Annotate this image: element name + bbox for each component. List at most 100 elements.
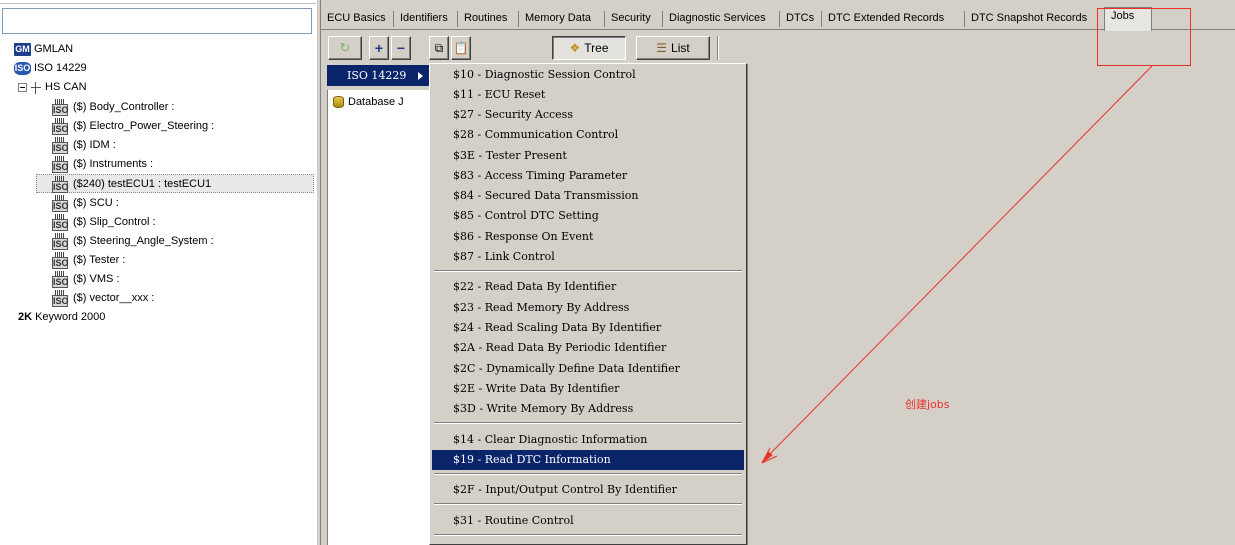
ecu-node[interactable]: ISO ($) Instruments : bbox=[52, 155, 153, 174]
tab-identifiers[interactable]: Identifiers bbox=[400, 10, 448, 29]
tab-security[interactable]: Security bbox=[611, 10, 651, 29]
kwp2000-logo-icon: 2K bbox=[18, 311, 33, 323]
ecu-node[interactable]: ISO ($) Slip_Control : bbox=[52, 213, 156, 232]
ecu-node[interactable]: ISO ($) Steering_Angle_System : bbox=[52, 232, 214, 251]
tree-view-button[interactable]: ❖ Tree bbox=[552, 36, 626, 60]
annotation-highlight-box bbox=[1097, 8, 1191, 66]
menu-separator bbox=[434, 270, 742, 272]
remove-button[interactable]: − bbox=[391, 36, 411, 60]
menu-item[interactable]: $24 - Read Scaling Data By Identifier bbox=[432, 318, 744, 338]
tree-node-label: HS CAN bbox=[45, 81, 87, 93]
tree-node-label: ($) Steering_Angle_System : bbox=[73, 235, 214, 247]
tree-node-label: ($) IDM : bbox=[73, 139, 116, 151]
ecu-chip-icon: ISO bbox=[52, 233, 69, 250]
left-tree-panel: GM GMLAN ISO ISO 14229 HS CAN ISO ($) Body_… bbox=[0, 0, 316, 545]
ecu-chip-icon: ISO bbox=[52, 252, 69, 269]
database-jobs-node[interactable]: Database J bbox=[333, 96, 404, 109]
iso-logo-icon: ISO bbox=[14, 62, 31, 75]
tab-dtcs[interactable]: DTCs bbox=[786, 10, 814, 29]
annotation-label: 创建jobs bbox=[905, 398, 950, 411]
database-jobs-label: Database J bbox=[348, 96, 404, 108]
tree-node-label: ($240) testECU1 : testECU1 bbox=[73, 178, 212, 190]
menu-item-selected[interactable]: $19 - Read DTC Information bbox=[432, 450, 744, 470]
refresh-icon: ↻ bbox=[339, 40, 351, 55]
left-panel-header bbox=[0, 0, 316, 4]
list-view-icon: ☰ bbox=[656, 41, 668, 55]
ecu-chip-icon: ISO bbox=[52, 156, 69, 173]
tree-node-iso14229[interactable]: ISO ISO 14229 bbox=[14, 59, 87, 78]
menu-separator bbox=[434, 503, 742, 505]
paste-icon: 📋 bbox=[453, 41, 469, 55]
gm-logo-icon: GM bbox=[14, 43, 31, 56]
tree-node-label: GMLAN bbox=[34, 43, 74, 55]
collapse-toggle-icon[interactable] bbox=[18, 83, 27, 92]
add-button[interactable]: + bbox=[369, 36, 389, 60]
tab-memory-data[interactable]: Memory Data bbox=[525, 10, 591, 29]
list-view-button[interactable]: ☰ List bbox=[636, 36, 710, 60]
menu-item[interactable]: $85 - Control DTC Setting bbox=[432, 206, 744, 226]
refresh-button[interactable]: ↻ bbox=[328, 36, 362, 60]
menu-item[interactable]: $2C - Dynamically Define Data Identifier bbox=[432, 359, 744, 379]
menu-item[interactable]: $28 - Communication Control bbox=[432, 125, 744, 145]
tree-node-label: ($) Instruments : bbox=[73, 158, 154, 170]
ecu-chip-icon: ISO bbox=[52, 214, 69, 231]
tree-node-label: ($) VMS : bbox=[73, 273, 120, 285]
tree-node-keyword2000[interactable]: 2K Keyword 2000 bbox=[18, 308, 105, 327]
ecu-node[interactable]: ISO ($) Body_Controller : bbox=[52, 98, 175, 117]
ecu-node[interactable]: ISO ($) Tester : bbox=[52, 251, 125, 270]
ecu-node[interactable]: ISO ($) VMS : bbox=[52, 270, 119, 289]
menu-item[interactable]: $22 - Read Data By Identifier bbox=[432, 277, 744, 297]
ecu-node[interactable]: ISO ($) vector__xxx : bbox=[52, 289, 154, 308]
menu-item[interactable]: $2F - Input/Output Control By Identifier bbox=[432, 480, 744, 500]
tree-node-gmlan[interactable]: GM GMLAN bbox=[14, 40, 73, 59]
menu-item[interactable]: $2A - Read Data By Periodic Identifier bbox=[432, 338, 744, 358]
list-view-label: List bbox=[671, 41, 690, 55]
menu-item[interactable]: $27 - Security Access bbox=[432, 105, 744, 125]
menu-item[interactable]: $86 - Response On Event bbox=[432, 227, 744, 247]
ecu-chip-icon: ISO bbox=[52, 99, 69, 116]
tab-routines[interactable]: Routines bbox=[464, 10, 507, 29]
ecu-node[interactable]: ISO ($) SCU : bbox=[52, 194, 119, 213]
menu-separator bbox=[434, 534, 742, 536]
copy-icon: ⧉ bbox=[434, 40, 444, 55]
menu-item[interactable]: $3E - Tester Present bbox=[432, 146, 744, 166]
database-icon bbox=[333, 96, 344, 109]
context-menu-iso14229[interactable]: ISO 14229 bbox=[327, 65, 429, 86]
menu-item[interactable]: $31 - Routine Control bbox=[432, 511, 744, 531]
tree-node-label: ($) Electro_Power_Steering : bbox=[73, 120, 215, 132]
copy-button[interactable]: ⧉ bbox=[429, 36, 449, 60]
tree-node-label: ISO 14229 bbox=[34, 62, 87, 74]
menu-item[interactable]: $14 - Clear Diagnostic Information bbox=[432, 430, 744, 450]
ecu-node[interactable]: ISO ($) IDM : bbox=[52, 136, 116, 155]
network-icon bbox=[30, 81, 42, 94]
ecu-node-selected[interactable]: ISO ($240) testECU1 : testECU1 bbox=[36, 174, 314, 193]
menu-item[interactable]: $3D - Write Memory By Address bbox=[432, 399, 744, 419]
services-submenu: $10 - Diagnostic Session Control $11 - E… bbox=[429, 63, 747, 545]
menu-item[interactable]: $10 - Diagnostic Session Control bbox=[432, 65, 744, 85]
tree-node-label: ($) Body_Controller : bbox=[73, 101, 175, 113]
menu-item[interactable]: $83 - Access Timing Parameter bbox=[432, 166, 744, 186]
menu-item[interactable]: $11 - ECU Reset bbox=[432, 85, 744, 105]
jobs-tree-view[interactable] bbox=[327, 90, 431, 545]
menu-item[interactable]: $23 - Read Memory By Address bbox=[432, 298, 744, 318]
ecu-chip-icon: ISO bbox=[52, 290, 69, 307]
ecu-chip-icon: ISO bbox=[52, 176, 69, 193]
tab-diagnostic-services[interactable]: Diagnostic Services bbox=[669, 10, 766, 29]
menu-item[interactable]: $84 - Secured Data Transmission bbox=[432, 186, 744, 206]
submenu-arrow-icon bbox=[418, 72, 423, 80]
tree-node-label: ($) Slip_Control : bbox=[73, 216, 156, 228]
ecu-chip-icon: ISO bbox=[52, 137, 69, 154]
ecu-chip-icon: ISO bbox=[52, 118, 69, 135]
tab-dtc-snapshot-records[interactable]: DTC Snapshot Records bbox=[971, 10, 1087, 29]
menu-item[interactable]: $2E - Write Data By Identifier bbox=[432, 379, 744, 399]
tab-ecu-basics[interactable]: ECU Basics bbox=[327, 10, 386, 29]
ecu-chip-icon: ISO bbox=[52, 271, 69, 288]
menu-item[interactable]: $87 - Link Control bbox=[432, 247, 744, 267]
ecu-node[interactable]: ISO ($) Electro_Power_Steering : bbox=[52, 117, 214, 136]
tab-dtc-extended-records[interactable]: DTC Extended Records bbox=[828, 10, 944, 29]
tree-view-icon: ❖ bbox=[569, 41, 581, 55]
paste-button[interactable]: 📋 bbox=[451, 36, 471, 60]
tree-filter-input[interactable] bbox=[2, 8, 312, 34]
tree-node-hs-can[interactable]: HS CAN bbox=[18, 78, 87, 97]
menu-separator bbox=[434, 473, 742, 475]
